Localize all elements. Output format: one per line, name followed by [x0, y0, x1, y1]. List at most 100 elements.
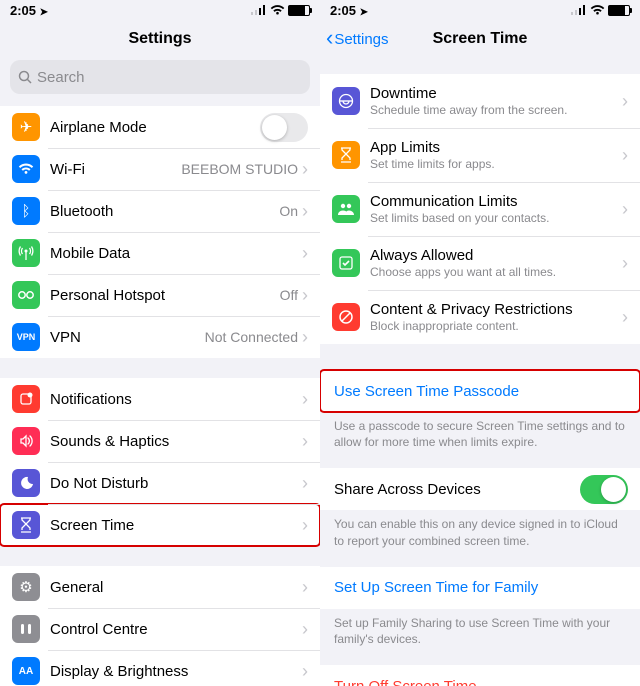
chevron-right-icon: › — [302, 577, 308, 598]
nav-bar: ‹Settings Screen Time — [320, 18, 640, 60]
gear-icon: ⚙ — [12, 573, 40, 601]
chevron-right-icon: › — [622, 307, 628, 328]
row-title: Downtime — [370, 85, 622, 102]
row-share-devices[interactable]: Share Across Devices — [320, 468, 640, 510]
row-notifications[interactable]: Notifications› — [0, 378, 320, 420]
wifi-icon — [590, 5, 605, 16]
row-label: Bluetooth — [50, 203, 279, 220]
row-subtitle: Set time limits for apps. — [370, 157, 622, 171]
nav-title: Screen Time — [433, 30, 528, 48]
settings-scroll[interactable]: Search ✈ Airplane Mode Wi-FiBEEBOM STUDIO… — [0, 60, 320, 686]
row-subtitle: Set limits based on your contacts. — [370, 211, 622, 225]
row-subtitle: Block inappropriate content. — [370, 319, 622, 333]
footer-text: You can enable this on any device signed… — [334, 516, 626, 548]
row-label: Airplane Mode — [50, 119, 260, 136]
row-subtitle: Choose apps you want at all times. — [370, 265, 622, 279]
row-title: Communication Limits — [370, 193, 622, 210]
wifi-icon — [270, 5, 285, 16]
sliders-icon — [12, 615, 40, 643]
chevron-right-icon: › — [302, 473, 308, 494]
chevron-right-icon: › — [622, 199, 628, 220]
check-icon — [332, 249, 360, 277]
search-icon — [18, 70, 32, 84]
row-label: VPN — [50, 329, 205, 346]
hourglass-icon — [12, 511, 40, 539]
row-mobile-data[interactable]: Mobile Data› — [0, 232, 320, 274]
share-toggle[interactable] — [580, 475, 628, 504]
antenna-icon — [12, 239, 40, 267]
airplane-icon: ✈ — [12, 113, 40, 141]
chevron-right-icon: › — [302, 619, 308, 640]
row-value: BEEBOM STUDIO — [181, 161, 298, 177]
no-entry-icon — [332, 303, 360, 331]
row-control-centre[interactable]: Control Centre› — [0, 608, 320, 650]
row-dnd[interactable]: Do Not Disturb› — [0, 462, 320, 504]
signal-icon — [571, 5, 587, 15]
row-label: Share Across Devices — [334, 481, 580, 498]
text-size-icon: AA — [12, 657, 40, 685]
turn-off-button[interactable]: Turn Off Screen Time — [320, 665, 640, 686]
row-label: Display & Brightness — [50, 663, 302, 680]
row-general[interactable]: ⚙General› — [0, 566, 320, 608]
row-bluetooth[interactable]: ᛒBluetoothOn› — [0, 190, 320, 232]
people-icon — [332, 195, 360, 223]
screen-time-screen: 2:05 ➤ ‹Settings Screen Time DowntimeSch… — [320, 0, 640, 686]
row-sounds[interactable]: Sounds & Haptics› — [0, 420, 320, 462]
row-label: Wi-Fi — [50, 161, 181, 178]
airplane-toggle[interactable] — [260, 113, 308, 142]
row-comm-limits[interactable]: Communication LimitsSet limits based on … — [320, 182, 640, 236]
chevron-right-icon: › — [302, 201, 308, 222]
setup-family-button[interactable]: Set Up Screen Time for Family — [320, 567, 640, 609]
row-display[interactable]: AA Display & Brightness› — [0, 650, 320, 686]
notifications-icon — [12, 385, 40, 413]
hourglass-icon — [332, 141, 360, 169]
vpn-icon: VPN — [12, 323, 40, 351]
back-button[interactable]: ‹Settings — [326, 31, 389, 48]
battery-icon — [288, 5, 310, 16]
chevron-right-icon: › — [622, 253, 628, 274]
use-passcode-button[interactable]: Use Screen Time Passcode — [320, 370, 640, 412]
row-label: Personal Hotspot — [50, 287, 280, 304]
row-wifi[interactable]: Wi-FiBEEBOM STUDIO› — [0, 148, 320, 190]
chevron-right-icon: › — [302, 389, 308, 410]
battery-icon — [608, 5, 630, 16]
row-title: Content & Privacy Restrictions — [370, 301, 622, 318]
status-bar: 2:05 ➤ — [320, 0, 640, 18]
search-input[interactable]: Search — [10, 60, 310, 94]
row-downtime[interactable]: DowntimeSchedule time away from the scre… — [320, 74, 640, 128]
chevron-right-icon: › — [302, 243, 308, 264]
row-value: Off — [280, 287, 298, 303]
status-bar: 2:05 ➤ — [0, 0, 320, 18]
chevron-right-icon: › — [302, 661, 308, 682]
back-label: Settings — [334, 31, 388, 48]
row-label: Do Not Disturb — [50, 475, 302, 492]
footer-text: Use a passcode to secure Screen Time set… — [334, 418, 626, 450]
chevron-right-icon: › — [302, 327, 308, 348]
chevron-right-icon: › — [302, 285, 308, 306]
row-vpn[interactable]: VPNVPNNot Connected› — [0, 316, 320, 358]
row-title: Always Allowed — [370, 247, 622, 264]
row-screen-time[interactable]: Screen Time› — [0, 504, 320, 546]
downtime-icon — [332, 87, 360, 115]
chevron-right-icon: › — [622, 91, 628, 112]
screen-time-scroll[interactable]: DowntimeSchedule time away from the scre… — [320, 60, 640, 686]
search-placeholder: Search — [37, 69, 85, 86]
signal-icon — [251, 5, 267, 15]
row-label: Notifications — [50, 391, 302, 408]
nav-title: Settings — [0, 18, 320, 60]
row-subtitle: Schedule time away from the screen. — [370, 103, 622, 117]
moon-icon — [12, 469, 40, 497]
row-value: Not Connected — [205, 329, 298, 345]
row-hotspot[interactable]: Personal HotspotOff› — [0, 274, 320, 316]
row-always-allowed[interactable]: Always AllowedChoose apps you want at al… — [320, 236, 640, 290]
row-title: App Limits — [370, 139, 622, 156]
chevron-right-icon: › — [302, 431, 308, 452]
footer-text: Set up Family Sharing to use Screen Time… — [334, 615, 626, 647]
row-app-limits[interactable]: App LimitsSet time limits for apps.› — [320, 128, 640, 182]
wifi-settings-icon — [12, 155, 40, 183]
row-airplane[interactable]: ✈ Airplane Mode — [0, 106, 320, 148]
row-label: Control Centre — [50, 621, 302, 638]
chevron-right-icon: › — [622, 145, 628, 166]
row-content-privacy[interactable]: Content & Privacy RestrictionsBlock inap… — [320, 290, 640, 344]
row-value: On — [279, 203, 298, 219]
